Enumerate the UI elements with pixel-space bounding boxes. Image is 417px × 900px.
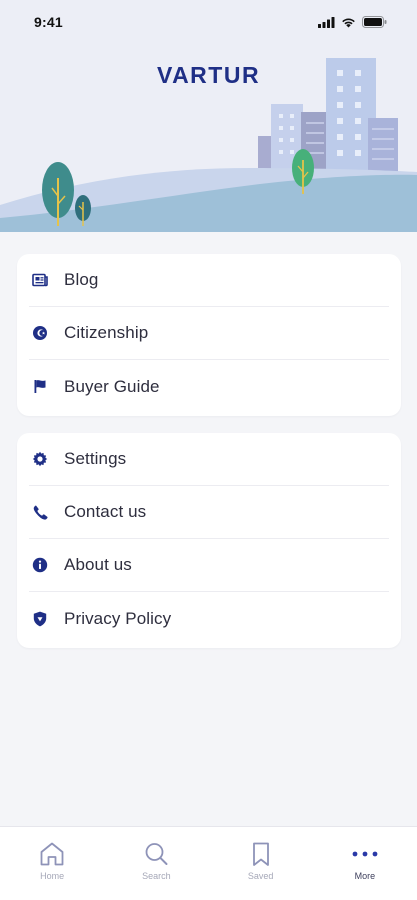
- menu-item-contact-us[interactable]: Contact us: [29, 486, 389, 539]
- menu-item-label: Privacy Policy: [64, 608, 172, 628]
- menu-item-label: Citizenship: [64, 323, 149, 342]
- menu-item-blog[interactable]: Blog: [29, 254, 389, 307]
- menu-item-label: Settings: [64, 449, 127, 468]
- menu-item-buyer-guide[interactable]: Buyer Guide: [29, 360, 389, 413]
- bottom-tab-bar: Home Search Saved More: [0, 826, 417, 900]
- tab-search[interactable]: Search: [104, 841, 208, 881]
- menu-item-settings[interactable]: Settings: [29, 433, 389, 486]
- tab-label: More: [354, 871, 376, 881]
- gear-icon: [29, 448, 51, 470]
- menu-item-label: About us: [64, 555, 132, 574]
- menu-item-about-us[interactable]: About us: [29, 539, 389, 592]
- newspaper-icon: [29, 269, 51, 291]
- brand-logo: VARTUR: [156, 62, 261, 88]
- tab-label: Home: [40, 871, 65, 881]
- menu-item-label: Contact us: [64, 502, 147, 521]
- menu-item-label: Blog: [64, 270, 99, 289]
- status-time: 9:41: [34, 14, 63, 30]
- tab-label: Saved: [247, 871, 274, 881]
- info-icon: [29, 554, 51, 576]
- phone-icon: [29, 501, 51, 523]
- status-icons: [318, 16, 387, 28]
- wifi-icon: [342, 18, 355, 27]
- tab-label: Search: [142, 871, 171, 881]
- bookmark-icon: [252, 842, 269, 866]
- passport-icon: [29, 322, 51, 344]
- tab-home[interactable]: Home: [0, 841, 104, 881]
- tab-saved[interactable]: Saved: [209, 841, 313, 881]
- shield-icon: [29, 608, 51, 630]
- battery-icon: [362, 16, 387, 28]
- status-bar: 9:41: [0, 0, 417, 44]
- menu-item-citizenship[interactable]: Citizenship: [29, 307, 389, 360]
- menu-item-privacy-policy[interactable]: Privacy Policy: [29, 592, 389, 645]
- more-dots-icon: [352, 851, 378, 857]
- menu-group-primary: Blog Citizenship Buyer Guide: [17, 254, 401, 416]
- tab-more[interactable]: More: [313, 841, 417, 881]
- home-icon: [40, 842, 64, 866]
- menu-item-label: Buyer Guide: [64, 376, 160, 396]
- search-icon: [145, 843, 168, 865]
- menu-group-secondary: Settings Contact us About us Privacy Pol…: [17, 433, 401, 648]
- flag-icon: [29, 376, 51, 398]
- signal-icon: [318, 16, 335, 28]
